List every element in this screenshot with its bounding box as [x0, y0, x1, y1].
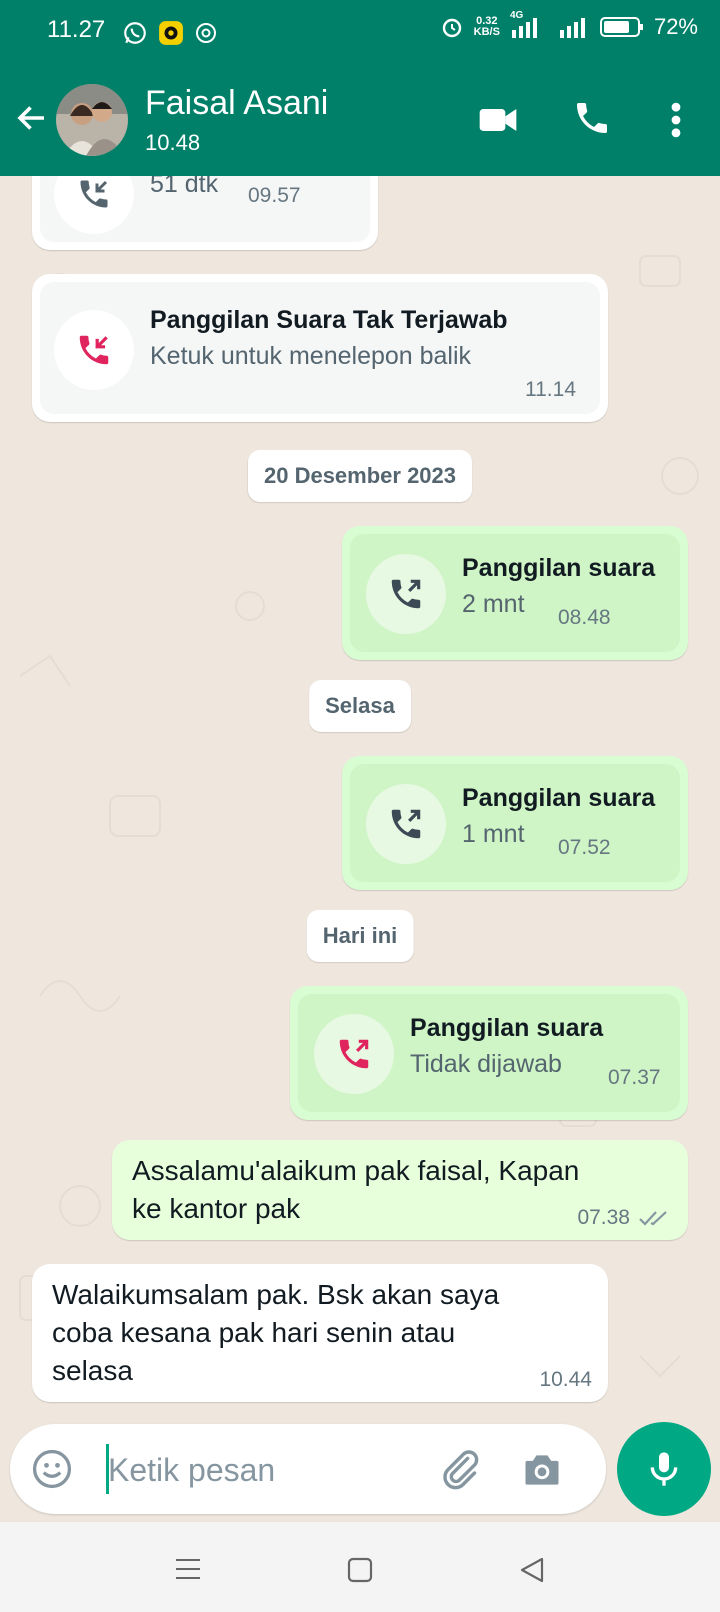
call-card: 51 dtk 09.57: [40, 176, 370, 242]
chat-header: Faisal Asani 10.48: [0, 66, 720, 176]
chrome-notification-icon: [196, 23, 216, 43]
message-time: 07.38: [577, 1206, 630, 1229]
app-notification-icon: [159, 21, 183, 45]
date-separator: Hari ini: [306, 910, 414, 962]
alarm-icon: [442, 18, 461, 38]
call-card: Panggilan suara 1 mnt 07.52: [350, 764, 680, 882]
network-speed: 0.32 KB/S: [473, 15, 500, 38]
back-arrow-icon[interactable]: [14, 100, 50, 136]
call-icon-circle: [366, 554, 446, 634]
battery-icon: [599, 17, 643, 37]
call-subtitle: Ketuk untuk menelepon balik: [150, 342, 472, 370]
call-card: Panggilan Suara Tak Terjawab Ketuk untuk…: [40, 282, 600, 414]
battery-percent: 72%: [653, 14, 698, 39]
voice-call-icon[interactable]: [572, 98, 612, 138]
contact-name[interactable]: Faisal Asani: [145, 84, 328, 123]
date-separator: Selasa: [309, 680, 411, 732]
chat-area: 51 dtk 09.57 Panggilan Suara Tak Terjawa…: [0, 176, 720, 1521]
video-call-icon[interactable]: [476, 98, 520, 142]
system-nav-bar: [0, 1522, 720, 1612]
call-card: Panggilan suara Tidak dijawab 07.37: [298, 994, 680, 1112]
camera-icon[interactable]: [520, 1448, 564, 1492]
more-options-icon[interactable]: [664, 98, 688, 142]
call-duration: 2 mnt: [462, 590, 525, 618]
call-title: Panggilan suara: [410, 1014, 604, 1042]
whatsapp-notification-icon: [124, 22, 146, 44]
message-time: 08.48: [558, 606, 611, 629]
call-status: Tidak dijawab: [410, 1050, 562, 1078]
call-title: Panggilan suara: [462, 554, 656, 582]
missed-call-bubble[interactable]: Panggilan Suara Tak Terjawab Ketuk untuk…: [32, 274, 608, 422]
message-text: Assalamu'alaikum pak faisal, Kapan ke ka…: [132, 1155, 580, 1224]
outgoing-call-icon: [391, 579, 421, 609]
date-separator: 20 Desember 2023: [247, 450, 473, 502]
last-seen: 10.48: [145, 130, 201, 155]
home-nav-icon[interactable]: [346, 1556, 374, 1584]
call-duration: 51 dtk: [150, 176, 219, 198]
outgoing-call-bubble[interactable]: Panggilan suara 2 mnt 08.48: [342, 526, 688, 660]
status-time: 11.27: [47, 16, 106, 43]
call-icon-circle: [54, 310, 134, 390]
signal-4g-icon: 4G: [510, 10, 548, 40]
outgoing-text-bubble[interactable]: Assalamu'alaikum pak faisal, Kapan ke ka…: [112, 1140, 688, 1240]
read-ticks-icon: [639, 1211, 667, 1226]
microphone-icon: [650, 1452, 678, 1486]
call-icon-circle: [314, 1014, 394, 1094]
outgoing-call-bubble[interactable]: Panggilan suara 1 mnt 07.52: [342, 756, 688, 890]
message-time: 11.14: [525, 378, 576, 401]
call-title: Panggilan Suara Tak Terjawab: [150, 306, 508, 334]
message-time: 10.44: [539, 1368, 592, 1391]
message-input[interactable]: [106, 1446, 430, 1494]
call-title: Panggilan suara: [462, 784, 656, 812]
emoji-icon[interactable]: [30, 1447, 74, 1491]
incoming-call-bubble[interactable]: 51 dtk 09.57: [32, 176, 378, 250]
signal-icon: [559, 18, 585, 38]
message-text: Walaikumsalam pak. Bsk akan saya coba ke…: [52, 1279, 500, 1386]
avatar[interactable]: [56, 84, 128, 156]
call-icon-circle: [366, 784, 446, 864]
outgoing-call-unanswered-icon: [339, 1039, 369, 1069]
message-time: 09.57: [248, 184, 301, 207]
voice-message-button[interactable]: [617, 1422, 711, 1516]
status-bar: 11.27 0.32 KB/S 4G 72%: [0, 0, 720, 66]
message-time: 07.37: [608, 1066, 661, 1089]
back-nav-icon[interactable]: [518, 1556, 546, 1584]
outgoing-call-bubble[interactable]: Panggilan suara Tidak dijawab 07.37: [290, 986, 688, 1120]
incoming-call-icon: [80, 180, 108, 208]
menu-nav-icon[interactable]: [174, 1556, 202, 1582]
call-card: Panggilan suara 2 mnt 08.48: [350, 534, 680, 652]
incoming-text-bubble[interactable]: Walaikumsalam pak. Bsk akan saya coba ke…: [32, 1264, 608, 1402]
outgoing-call-icon: [391, 809, 421, 839]
missed-call-icon: [79, 335, 109, 365]
message-time: 07.52: [558, 836, 611, 859]
message-composer: [10, 1424, 606, 1514]
call-duration: 1 mnt: [462, 820, 525, 848]
attach-icon[interactable]: [436, 1446, 482, 1492]
call-icon-circle: [54, 176, 134, 234]
